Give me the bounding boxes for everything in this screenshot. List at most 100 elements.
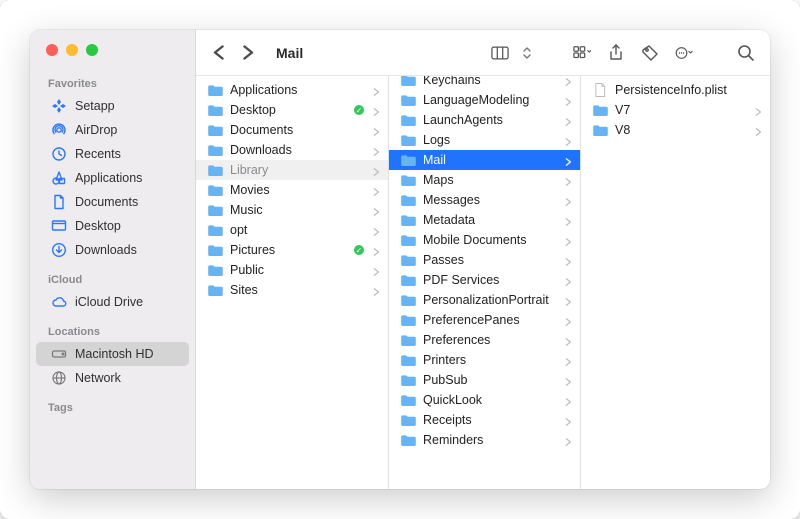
- folder-icon: [206, 243, 224, 257]
- hdd-icon: [50, 346, 67, 363]
- row-label: Preferences: [423, 333, 558, 347]
- row-label: Printers: [423, 353, 558, 367]
- folder-row-receipts[interactable]: Receipts: [389, 410, 580, 430]
- column-1[interactable]: Applications Desktop✓ Documents DownloadsLi…: [196, 76, 389, 489]
- folder-row-passes[interactable]: Passes: [389, 250, 580, 270]
- folder-row-pubsub[interactable]: PubSub: [389, 370, 580, 390]
- folder-row-metadata[interactable]: Metadata: [389, 210, 580, 230]
- folder-icon: [206, 203, 224, 217]
- folder-row-pdf-services[interactable]: PDF Services: [389, 270, 580, 290]
- folder-row-library[interactable]: Library: [196, 160, 388, 180]
- folder-icon: [206, 283, 224, 297]
- folder-icon: [206, 223, 224, 237]
- sidebar-item-applications[interactable]: Applications: [36, 166, 189, 190]
- back-button[interactable]: [208, 42, 230, 64]
- sidebar-item-desktop[interactable]: Desktop: [36, 214, 189, 238]
- sidebar-item-network[interactable]: Network: [36, 366, 189, 390]
- document-icon: [591, 82, 609, 98]
- folder-icon: [399, 433, 417, 447]
- sidebar-item-recents[interactable]: Recents: [36, 142, 189, 166]
- doc-icon: [50, 194, 67, 211]
- folder-row-movies[interactable]: Movies: [196, 180, 388, 200]
- file-row-persistenceinfo-plist[interactable]: PersistenceInfo.plist: [581, 80, 770, 100]
- folder-row-maps[interactable]: Maps: [389, 170, 580, 190]
- folder-row-preferencepanes[interactable]: PreferencePanes: [389, 310, 580, 330]
- toolbar: Mail: [196, 30, 770, 76]
- close-window-button[interactable]: [46, 44, 58, 56]
- row-label: LaunchAgents: [423, 113, 558, 127]
- search-button[interactable]: [734, 43, 758, 63]
- folder-icon: [399, 253, 417, 267]
- folder-icon: [399, 373, 417, 387]
- row-label: Public: [230, 263, 366, 277]
- folder-row-languagemodeling[interactable]: LanguageModeling: [389, 90, 580, 110]
- folder-row-quicklook[interactable]: QuickLook: [389, 390, 580, 410]
- chevron-right-icon: [372, 85, 382, 95]
- folder-row-applications[interactable]: Applications: [196, 80, 388, 100]
- minimize-window-button[interactable]: [66, 44, 78, 56]
- row-label: Messages: [423, 193, 558, 207]
- row-label: PersonalizationPortrait: [423, 293, 558, 307]
- row-label: Movies: [230, 183, 366, 197]
- row-label: Desktop: [230, 103, 348, 117]
- chevron-right-icon: [372, 225, 382, 235]
- share-button[interactable]: [604, 43, 628, 63]
- zoom-window-button[interactable]: [86, 44, 98, 56]
- folder-row-personalizationportrait[interactable]: PersonalizationPortrait: [389, 290, 580, 310]
- row-label: Documents: [230, 123, 366, 137]
- folder-row-printers[interactable]: Printers: [389, 350, 580, 370]
- group-button[interactable]: [570, 43, 594, 63]
- folder-icon: [399, 393, 417, 407]
- row-label: Applications: [230, 83, 366, 97]
- row-label: V8: [615, 123, 748, 137]
- sidebar-item-setapp[interactable]: Setapp: [36, 94, 189, 118]
- sidebar-item-macintosh-hd[interactable]: Macintosh HD: [36, 342, 189, 366]
- tags-button[interactable]: [638, 43, 662, 63]
- sidebar-item-documents[interactable]: Documents: [36, 190, 189, 214]
- folder-row-logs[interactable]: Logs: [389, 130, 580, 150]
- sidebar-item-airdrop[interactable]: AirDrop: [36, 118, 189, 142]
- folder-row-preferences[interactable]: Preferences: [389, 330, 580, 350]
- sidebar-item-label: Recents: [75, 147, 121, 161]
- downloads-icon: [50, 242, 67, 259]
- view-chevron-icon[interactable]: [522, 43, 532, 63]
- row-label: Sites: [230, 283, 366, 297]
- folder-row-v7[interactable]: V7: [581, 100, 770, 120]
- chevron-right-icon: [372, 125, 382, 135]
- row-label: PDF Services: [423, 273, 558, 287]
- folder-icon: [399, 193, 417, 207]
- row-label: Music: [230, 203, 366, 217]
- chevron-right-icon: [372, 145, 382, 155]
- folder-row-v8[interactable]: V8: [581, 120, 770, 140]
- window-title: Mail: [276, 45, 303, 61]
- row-label: QuickLook: [423, 393, 558, 407]
- folder-row-keychains[interactable]: Keychains: [389, 76, 580, 90]
- folder-row-launchagents[interactable]: LaunchAgents: [389, 110, 580, 130]
- folder-row-mail[interactable]: Mail: [389, 150, 580, 170]
- folder-row-sites[interactable]: Sites: [196, 280, 388, 300]
- folder-row-reminders[interactable]: Reminders: [389, 430, 580, 450]
- column-3[interactable]: PersistenceInfo.plistV7 V8: [581, 76, 770, 489]
- folder-row-mobile-documents[interactable]: Mobile Documents: [389, 230, 580, 250]
- sidebar-item-downloads[interactable]: Downloads: [36, 238, 189, 262]
- view-columns-button[interactable]: [488, 43, 512, 63]
- chevron-right-icon: [564, 195, 574, 205]
- folder-icon: [399, 313, 417, 327]
- row-label: Metadata: [423, 213, 558, 227]
- actions-button[interactable]: [672, 43, 696, 63]
- folder-icon: [399, 93, 417, 107]
- folder-row-pictures[interactable]: Pictures✓: [196, 240, 388, 260]
- folder-row-opt[interactable]: opt: [196, 220, 388, 240]
- globe-icon: [50, 370, 67, 387]
- folder-row-messages[interactable]: Messages: [389, 190, 580, 210]
- forward-button[interactable]: [236, 42, 258, 64]
- folder-row-documents[interactable]: Documents: [196, 120, 388, 140]
- folder-row-public[interactable]: Public: [196, 260, 388, 280]
- column-2[interactable]: Keychains LanguageModeling LaunchAgents Log…: [389, 76, 581, 489]
- folder-row-desktop[interactable]: Desktop✓: [196, 100, 388, 120]
- folder-row-downloads[interactable]: Downloads: [196, 140, 388, 160]
- sidebar-item-icloud-drive[interactable]: iCloud Drive: [36, 290, 189, 314]
- folder-row-music[interactable]: Music: [196, 200, 388, 220]
- row-label: LanguageModeling: [423, 93, 558, 107]
- sidebar-heading: Tags: [30, 398, 195, 418]
